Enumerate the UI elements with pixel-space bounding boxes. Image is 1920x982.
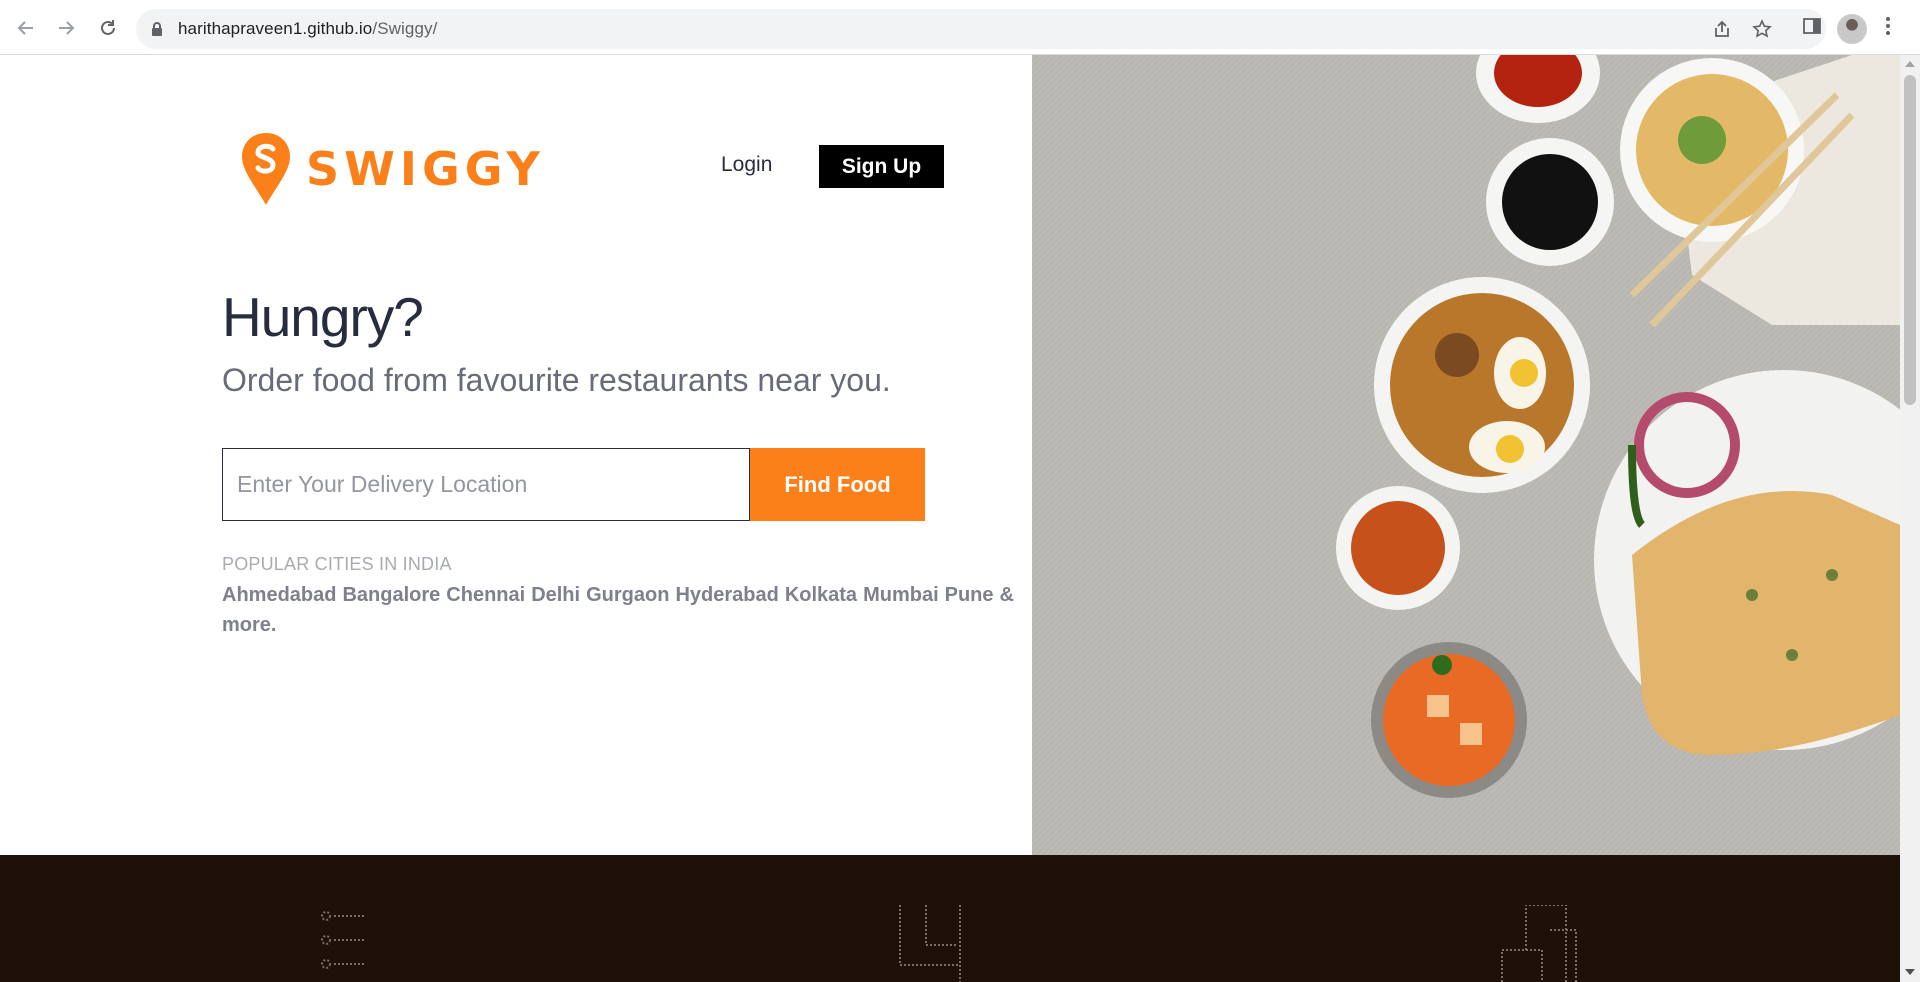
browser-toolbar: harithapraveen1.github.io/Swiggy/: [0, 0, 1920, 55]
hero-left-panel: SWIGGY Login Sign Up Hungry? Order food …: [0, 55, 1032, 855]
delivery-building-icon: [1501, 905, 1577, 982]
url-host: harithapraveen1.github.io: [178, 19, 373, 38]
city-link-bangalore[interactable]: Bangalore: [342, 584, 440, 606]
signup-button[interactable]: Sign Up: [819, 145, 944, 188]
login-link[interactable]: Login: [721, 153, 772, 177]
page: SWIGGY Login Sign Up Hungry? Order food …: [0, 55, 1900, 982]
phone-order-icon: [899, 905, 961, 982]
scroll-down-arrow-icon[interactable]: [1904, 967, 1916, 977]
swiggy-pin-icon: [242, 133, 290, 205]
food-illustration: [1032, 55, 1900, 855]
share-icon[interactable]: [1712, 19, 1732, 39]
scrollbar-thumb[interactable]: [1904, 75, 1916, 405]
address-bar[interactable]: harithapraveen1.github.io/Swiggy/: [136, 9, 1826, 49]
city-link-gurgaon[interactable]: Gurgaon: [586, 584, 669, 606]
reload-icon: [101, 20, 115, 35]
city-link-kolkata[interactable]: Kolkata: [785, 584, 857, 606]
forward-arrow-icon: [59, 21, 75, 35]
city-link-ahmedabad[interactable]: Ahmedabad: [222, 584, 336, 606]
url-path: /Swiggy/: [372, 19, 438, 38]
forward-button[interactable]: [52, 14, 80, 42]
city-link-mumbai[interactable]: Mumbai: [863, 584, 939, 606]
hero-food-image: [1032, 55, 1900, 855]
hero-subtitle: Order food from favourite restaurants ne…: [222, 362, 891, 398]
scroll-up-arrow-icon[interactable]: [1904, 59, 1916, 69]
location-search-box: [222, 448, 750, 521]
popular-cities-heading: POPULAR CITIES IN INDIA: [222, 554, 452, 574]
how-it-works-band: [0, 855, 1900, 982]
bookmark-star-icon[interactable]: [1752, 19, 1772, 39]
back-button[interactable]: [12, 14, 40, 42]
page-scrollbar[interactable]: [1900, 55, 1920, 982]
hero-title: Hungry?: [222, 286, 424, 348]
delivery-location-input[interactable]: [223, 449, 749, 520]
reload-button[interactable]: [94, 14, 122, 42]
logo-wordmark: SWIGGY: [306, 142, 545, 196]
city-link-chennai[interactable]: Chennai: [446, 584, 525, 606]
back-arrow-icon: [17, 21, 33, 35]
find-food-button[interactable]: Find Food: [750, 448, 925, 521]
menu-list-icon: [321, 911, 364, 969]
side-panel-icon[interactable]: [1802, 16, 1822, 36]
swiggy-logo[interactable]: SWIGGY: [240, 131, 545, 207]
popular-cities-list: Ahmedabad Bangalore Chennai Delhi Gurgaon Hyd…: [222, 580, 1032, 640]
city-link-delhi[interactable]: Delhi: [531, 584, 580, 606]
profile-avatar[interactable]: [1837, 14, 1867, 44]
city-link-pune[interactable]: Pune: [945, 584, 994, 606]
url-text: harithapraveen1.github.io/Swiggy/: [178, 19, 437, 39]
lock-icon: [152, 22, 162, 36]
menu-dots-icon[interactable]: [1884, 16, 1892, 36]
city-link-hyderabad[interactable]: Hyderabad: [675, 584, 778, 606]
